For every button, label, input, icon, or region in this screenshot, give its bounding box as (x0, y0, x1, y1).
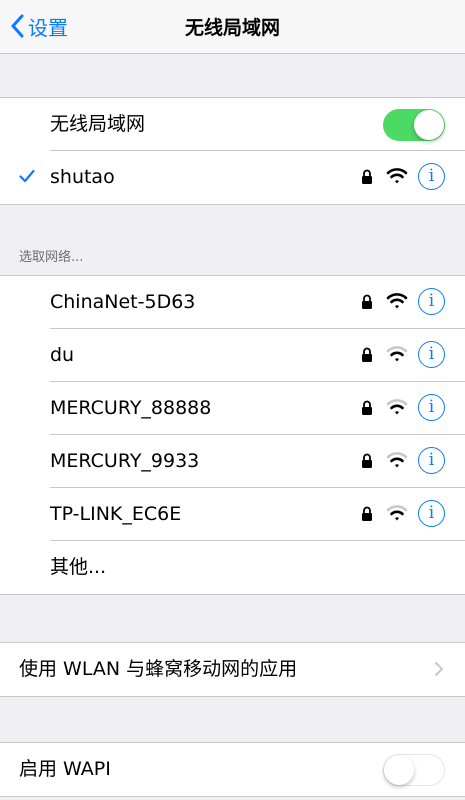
wlan-group: 无线局域网 shutao i (0, 97, 465, 205)
lock-icon (362, 169, 372, 184)
toggle-knob (384, 755, 414, 785)
apps-wlan-cellular-label: 使用 WLAN 与蜂窝移动网的应用 (19, 658, 298, 680)
wifi-signal-icon (386, 399, 408, 415)
lock-icon (362, 347, 372, 362)
info-button[interactable]: i (418, 500, 445, 527)
network-name: ChinaNet-5D63 (50, 291, 196, 313)
lock-icon (362, 506, 372, 521)
networks-group: ChinaNet-5D63 i du i MERCURY_88888 i MER… (0, 275, 465, 595)
info-button[interactable]: i (418, 341, 445, 368)
info-button[interactable]: i (418, 163, 445, 190)
wifi-signal-icon (386, 505, 408, 521)
navigation-bar: 设置 无线局域网 (0, 0, 465, 54)
checkmark-icon (19, 169, 35, 183)
wapi-group: 启用 WAPI (0, 742, 465, 797)
network-row[interactable]: MERCURY_88888 i (0, 382, 465, 435)
other-network-label: 其他... (50, 556, 107, 578)
page-title: 无线局域网 (184, 17, 280, 39)
network-row[interactable]: du i (0, 329, 465, 382)
connected-network-row[interactable]: shutao i (0, 151, 465, 204)
lock-icon (362, 400, 372, 415)
wapi-toggle[interactable] (383, 754, 445, 786)
section-header: 选取网络... (19, 250, 84, 265)
wifi-signal-icon (386, 293, 408, 309)
wlan-toggle-row: 无线局域网 (0, 98, 465, 151)
wifi-signal-icon (386, 452, 408, 468)
info-button[interactable]: i (418, 447, 445, 474)
wapi-toggle-row: 启用 WAPI (0, 743, 465, 796)
lock-icon (362, 294, 372, 309)
network-row[interactable]: TP-LINK_EC6E i (0, 488, 465, 541)
toggle-knob (414, 110, 444, 140)
network-name: du (50, 344, 75, 366)
network-row[interactable]: MERCURY_9933 i (0, 435, 465, 488)
wifi-signal-icon (386, 168, 408, 184)
wifi-signal-icon (386, 346, 408, 362)
other-network-row[interactable]: 其他... (0, 541, 465, 594)
network-name: TP-LINK_EC6E (50, 503, 182, 525)
info-button[interactable]: i (418, 288, 445, 315)
network-name: MERCURY_9933 (50, 450, 200, 472)
connected-network-name: shutao (50, 166, 115, 188)
wapi-toggle-label: 启用 WAPI (19, 758, 111, 780)
chevron-right-icon (435, 662, 443, 676)
info-button[interactable]: i (418, 394, 445, 421)
wlan-toggle[interactable] (383, 109, 445, 141)
network-row[interactable]: ChinaNet-5D63 i (0, 276, 465, 329)
network-name: MERCURY_88888 (50, 397, 212, 419)
wlan-toggle-label: 无线局域网 (50, 113, 146, 135)
apps-wlan-cellular-row[interactable]: 使用 WLAN 与蜂窝移动网的应用 (0, 643, 465, 696)
lock-icon (362, 453, 372, 468)
apps-group: 使用 WLAN 与蜂窝移动网的应用 (0, 642, 465, 697)
